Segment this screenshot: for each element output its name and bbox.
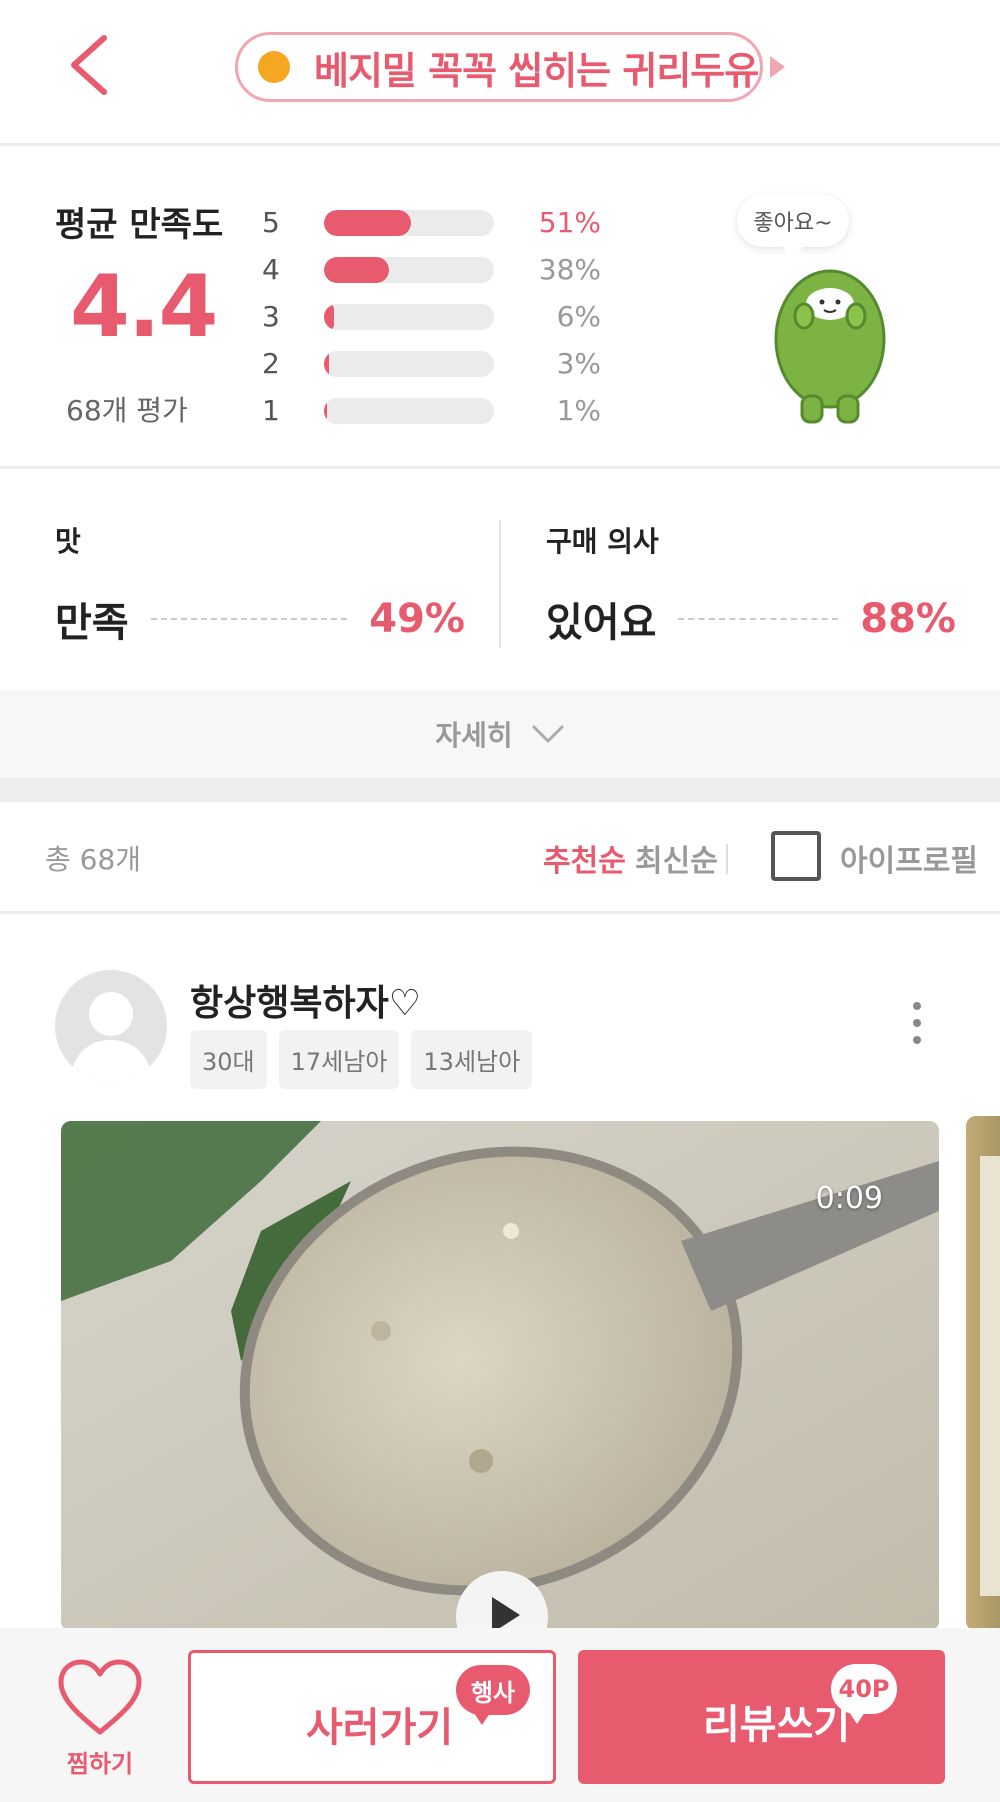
rating-row-1: 1 1% [262, 387, 612, 434]
next-media-thumbnail[interactable] [966, 1116, 1000, 1631]
rating-percent: 1% [556, 394, 601, 427]
points-badge: 40P [831, 1664, 897, 1724]
wish-label: 찜하기 [66, 1750, 134, 1778]
rating-summary: 평균 만족도 4.4 68개 평가 5 51% 4 38% 3 6% 2 3% … [0, 149, 1000, 469]
taste-percent: 49% [369, 596, 465, 642]
more-options-icon[interactable] [905, 1002, 929, 1052]
rating-row-4: 4 38% [262, 246, 612, 293]
chevron-down-icon [532, 725, 564, 743]
rating-bar-track [324, 256, 494, 283]
header-bar: 베지밀 꼭꼭 씹히는 귀리두유 [0, 0, 1000, 146]
taste-title: 맛 [55, 525, 81, 558]
rating-bar-fill [324, 397, 328, 424]
review-video[interactable]: 0:09 [61, 1121, 939, 1631]
user-placeholder-icon [69, 992, 153, 1082]
sort-latest-tab[interactable]: 최신순 [635, 836, 718, 880]
review-username[interactable]: 항상행복하자♡ [190, 974, 421, 1026]
taste-line: 만족 49% [55, 590, 465, 648]
write-review-label: 리뷰쓰기 [703, 1702, 851, 1748]
buy-button[interactable]: 사러가기 행사 [188, 1650, 556, 1784]
star-label: 1 [262, 394, 280, 427]
video-thumbnail-image [61, 1121, 939, 1631]
product-name: 베지밀 꼭꼭 씹히는 귀리두유 [314, 48, 759, 93]
rating-bar-fill [324, 209, 411, 236]
rating-row-5: 5 51% [262, 199, 612, 246]
reviewer-tags: 30대 17세남아 13세남아 [190, 1030, 544, 1089]
rating-percent: 51% [538, 206, 601, 239]
star-label: 3 [262, 300, 280, 333]
avg-rating-score: 4.4 [70, 257, 218, 357]
iprofile-checkbox[interactable] [771, 831, 821, 881]
sort-recommended-tab[interactable]: 추천순 [543, 836, 626, 880]
rating-bar-fill [324, 256, 389, 283]
purchase-title: 구매 의사 [546, 525, 659, 558]
play-arrow-icon [770, 56, 786, 78]
rating-bar-track [324, 397, 494, 424]
heart-icon [58, 1659, 142, 1735]
purchase-percent: 88% [860, 596, 956, 642]
dashed-divider [678, 618, 839, 620]
status-dot [258, 51, 290, 83]
rating-bar-track [324, 209, 494, 236]
details-expand-button[interactable]: 자세히 [0, 690, 1000, 778]
buy-label: 사러가기 [306, 1705, 454, 1751]
sort-divider [726, 844, 728, 874]
bottom-action-bar: 찜하기 사러가기 행사 리뷰쓰기 40P [0, 1628, 1000, 1802]
taste-value: 만족 [55, 600, 129, 646]
rating-bar-track [324, 350, 494, 377]
reviewer-tag: 30대 [190, 1030, 267, 1089]
rating-percent: 38% [538, 253, 601, 286]
avg-rating-label: 평균 만족도 [55, 205, 224, 245]
review-filter-bar: 총 68개 추천순 최신순 아이프로필 [0, 802, 1000, 914]
dashed-divider [150, 618, 348, 620]
product-title-pill[interactable]: 베지밀 꼭꼭 씹히는 귀리두유 [235, 32, 786, 102]
vertical-divider [499, 520, 501, 648]
mascot-character-icon [774, 269, 886, 424]
purchase-intent-stat: 구매 의사 있어요 88% [546, 520, 956, 648]
mascot-speech-bubble: 좋아요~ [737, 195, 849, 259]
review-stats: 맛 만족 49% 구매 의사 있어요 88% [0, 472, 1000, 690]
sale-badge: 행사 [456, 1665, 530, 1725]
rating-bar-fill [324, 350, 330, 377]
rating-count: 68개 평가 [66, 394, 188, 427]
purchase-line: 있어요 88% [546, 590, 956, 648]
review-total: 총 68개 [45, 843, 142, 876]
rating-bar-fill [324, 303, 335, 330]
details-label: 자세히 [435, 719, 513, 752]
star-label: 2 [262, 347, 280, 380]
wish-button[interactable]: 찜하기 [55, 1658, 145, 1778]
chevron-left-icon[interactable] [60, 30, 120, 100]
purchase-value: 있어요 [546, 600, 657, 646]
reviewer-tag: 17세남아 [278, 1030, 400, 1089]
reviewer-tag: 13세남아 [411, 1030, 533, 1089]
star-label: 4 [262, 253, 280, 286]
rating-percent: 3% [556, 347, 601, 380]
write-review-button[interactable]: 리뷰쓰기 40P [578, 1650, 945, 1784]
rating-percent: 6% [556, 300, 601, 333]
taste-stat: 맛 만족 49% [55, 520, 465, 648]
avatar[interactable] [55, 970, 167, 1082]
rating-row-3: 3 6% [262, 293, 612, 340]
rating-row-2: 2 3% [262, 340, 612, 387]
section-gap [0, 778, 1000, 802]
review-header: 항상행복하자♡ 30대 17세남아 13세남아 [0, 914, 1000, 1114]
rating-bar-track [324, 303, 494, 330]
star-label: 5 [262, 206, 280, 239]
iprofile-label[interactable]: 아이프로필 [840, 836, 978, 880]
video-duration: 0:09 [815, 1181, 883, 1216]
rating-distribution: 5 51% 4 38% 3 6% 2 3% 1 1% [262, 199, 612, 434]
